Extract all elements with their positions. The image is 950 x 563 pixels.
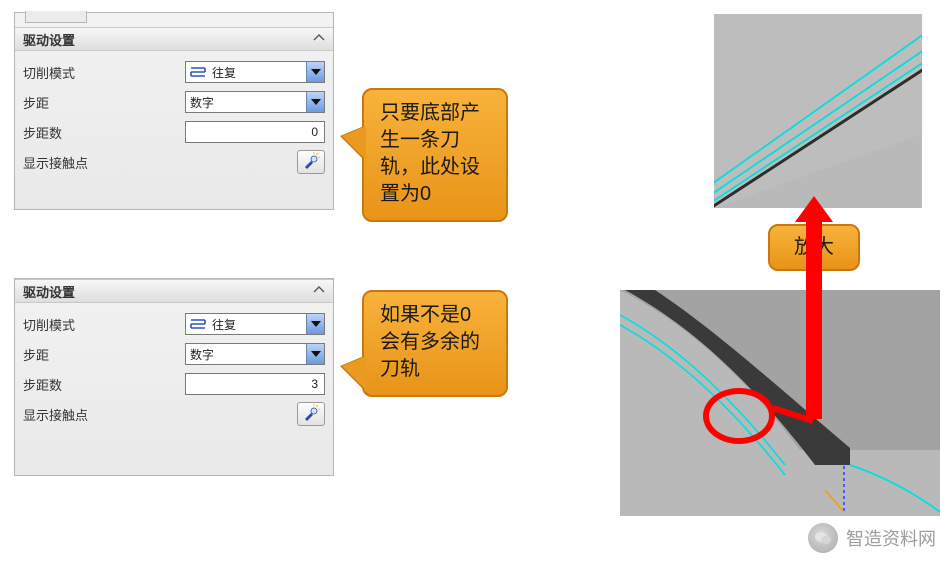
settings-rows: 切削模式 往复 步距 [15, 303, 333, 437]
red-arrow-icon [806, 218, 822, 294]
step-count-input[interactable]: 0 [185, 121, 325, 143]
row-step-count: 步距数 3 [23, 369, 325, 399]
red-arrow-stem-icon [806, 293, 822, 419]
flashlight-icon [302, 152, 320, 173]
wechat-badge-icon [808, 523, 838, 553]
section-title: 驱动设置 [23, 30, 75, 49]
collapse-chevron-icon[interactable] [313, 33, 325, 45]
callout-set-zero: 只要底部产生一条刀轨，此处设置为0 [362, 88, 508, 222]
label-step: 步距 [23, 93, 183, 112]
section-header[interactable]: 驱动设置 [15, 27, 333, 51]
callout-tail-icon [342, 126, 366, 160]
label-show-contact: 显示接触点 [23, 153, 183, 172]
label-show-contact: 显示接触点 [23, 405, 183, 424]
cut-mode-dropdown[interactable]: 往复 [185, 313, 325, 335]
step-value: 数字 [190, 94, 214, 111]
drive-settings-panel-1: 驱动设置 切削模式 往复 [14, 12, 334, 210]
label-step: 步距 [23, 345, 183, 364]
dropdown-arrow-icon[interactable] [306, 92, 324, 112]
row-step: 步距 数字 [23, 339, 325, 369]
cut-mode-value: 往复 [212, 316, 236, 333]
row-step: 步距 数字 [23, 87, 325, 117]
show-contact-button[interactable] [297, 402, 325, 426]
callout-text: 如果不是0会有多余的刀轨 [380, 304, 480, 380]
red-highlight-circle-icon [703, 388, 775, 444]
callout-text: 只要底部产生一条刀轨，此处设置为0 [380, 102, 480, 205]
collapse-chevron-icon[interactable] [313, 285, 325, 297]
window-tab-stub [25, 11, 87, 23]
label-step-count: 步距数 [23, 375, 183, 394]
cut-mode-dropdown[interactable]: 往复 [185, 61, 325, 83]
show-contact-button[interactable] [297, 150, 325, 174]
dropdown-arrow-icon[interactable] [306, 344, 324, 364]
row-cut-mode: 切削模式 往复 [23, 57, 325, 87]
zig-icon [190, 317, 208, 331]
cut-mode-value: 往复 [212, 64, 236, 81]
watermark-text: 智造资料网 [846, 525, 936, 551]
step-count-value: 0 [311, 125, 318, 139]
row-step-count: 步距数 0 [23, 117, 325, 147]
row-show-contact: 显示接触点 [23, 147, 325, 177]
callout-not-zero: 如果不是0会有多余的刀轨 [362, 290, 508, 397]
label-cut-mode: 切削模式 [23, 63, 183, 82]
zoom-preview-figure [714, 14, 922, 208]
dropdown-arrow-icon[interactable] [306, 62, 324, 82]
watermark: 智造资料网 [808, 523, 936, 553]
drive-settings-panel-2: 驱动设置 切削模式 往复 [14, 278, 334, 476]
label-step-count: 步距数 [23, 123, 183, 142]
step-dropdown[interactable]: 数字 [185, 343, 325, 365]
zig-icon [190, 65, 208, 79]
flashlight-icon [302, 404, 320, 425]
step-count-value: 3 [311, 377, 318, 391]
row-cut-mode: 切削模式 往复 [23, 309, 325, 339]
step-value: 数字 [190, 346, 214, 363]
dropdown-arrow-icon[interactable] [306, 314, 324, 334]
settings-rows: 切削模式 往复 步距 [15, 51, 333, 185]
label-cut-mode: 切削模式 [23, 315, 183, 334]
step-dropdown[interactable]: 数字 [185, 91, 325, 113]
step-count-input[interactable]: 3 [185, 373, 325, 395]
callout-tail-icon [342, 356, 366, 390]
section-title: 驱动设置 [23, 282, 75, 301]
row-show-contact: 显示接触点 [23, 399, 325, 429]
toolpath-figure [620, 290, 940, 516]
section-header[interactable]: 驱动设置 [15, 279, 333, 303]
